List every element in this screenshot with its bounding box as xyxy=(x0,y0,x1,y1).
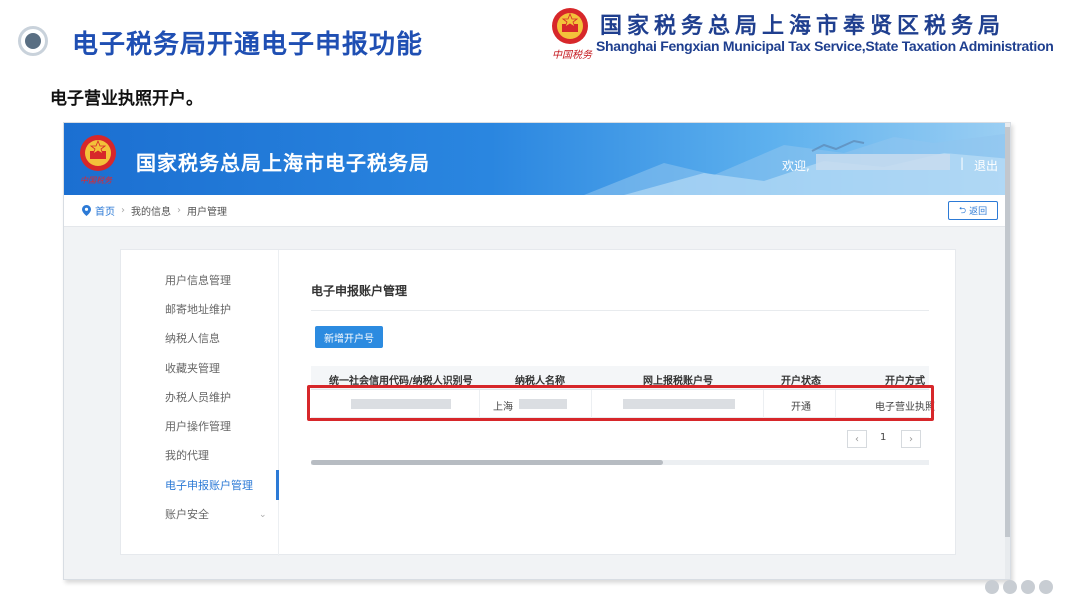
username-redacted xyxy=(816,154,950,170)
national-emblem-icon xyxy=(552,8,588,44)
logout-link[interactable]: 退出 xyxy=(974,157,998,174)
decoration-dot xyxy=(1021,580,1035,594)
chevron-down-icon[interactable]: ⌄ xyxy=(259,510,267,520)
pager-prev-button[interactable]: ‹ xyxy=(847,430,867,448)
location-pin-icon xyxy=(82,205,91,216)
sidebar-item-e-filing-accounts[interactable]: 电子申报账户管理 xyxy=(165,477,275,493)
breadcrumb-home[interactable]: 首页 xyxy=(82,203,115,218)
pager-next-button[interactable]: › xyxy=(901,430,921,448)
vertical-scrollbar-thumb[interactable] xyxy=(1005,127,1010,537)
horizontal-scrollbar-thumb[interactable] xyxy=(311,460,663,465)
panel-divider xyxy=(311,310,929,311)
decoration-dot xyxy=(1003,580,1017,594)
add-account-button[interactable]: 新增开户号 xyxy=(315,326,383,348)
back-button[interactable]: ⮌ 返回 xyxy=(948,201,998,220)
back-button-label: 返回 xyxy=(969,207,988,217)
app-banner: 中国税务 国家税务总局上海市电子税务局 欢迎, | 退出 xyxy=(64,123,1010,195)
sidebar-item-user-operations[interactable]: 用户操作管理 xyxy=(165,418,275,434)
breadcrumb-chevron-icon: › xyxy=(121,205,125,216)
banner-emblem-icon xyxy=(80,135,116,171)
slide-title: 电子税务局开通电子申报功能 xyxy=(72,30,424,60)
org-name-cn: 国家税务总局上海市奉贤区税务局 xyxy=(600,13,1006,39)
breadcrumb-my-info[interactable]: 我的信息 xyxy=(131,203,171,218)
org-seal-text: 中国税务 xyxy=(552,50,592,61)
decoration-dot xyxy=(985,580,999,594)
sidebar: 用户信息管理 邮寄地址维护 纳税人信息 收藏夹管理 办税人员维护 用户操作管理 … xyxy=(121,250,279,556)
breadcrumb-chevron-icon: › xyxy=(177,205,181,216)
banner-separator: | xyxy=(960,156,965,170)
sidebar-item-taxpayer-info[interactable]: 纳税人信息 xyxy=(165,330,275,346)
sidebar-item-user-info[interactable]: 用户信息管理 xyxy=(165,272,275,288)
return-arrow-icon: ⮌ xyxy=(958,205,967,216)
decoration-dot xyxy=(1039,580,1053,594)
sidebar-item-favorites[interactable]: 收藏夹管理 xyxy=(165,360,275,376)
breadcrumb: 首页 › 我的信息 › 用户管理 xyxy=(64,195,1010,227)
org-name-en: Shanghai Fengxian Municipal Tax Service,… xyxy=(596,38,1054,54)
breadcrumb-home-label: 首页 xyxy=(95,207,115,218)
app-screenshot: 中国税务 国家税务总局上海市电子税务局 欢迎, | 退出 首页 › 我的信息 ›… xyxy=(63,122,1011,580)
panel-title: 电子申报账户管理 xyxy=(311,284,408,298)
breadcrumb-user-management: 用户管理 xyxy=(187,207,227,218)
sidebar-item-tax-staff[interactable]: 办税人员维护 xyxy=(165,389,275,405)
banner-title: 国家税务总局上海市电子税务局 xyxy=(136,151,430,175)
banner-seal-text: 中国税务 xyxy=(80,176,112,185)
pager-current-page[interactable]: 1 xyxy=(880,432,886,443)
sidebar-item-mailing-address[interactable]: 邮寄地址维护 xyxy=(165,301,275,317)
slide-bullet-icon xyxy=(18,26,48,56)
welcome-label: 欢迎, xyxy=(782,159,810,173)
slide-decoration-dots xyxy=(985,580,1053,594)
sidebar-item-my-agents[interactable]: 我的代理 xyxy=(165,447,275,463)
highlight-annotation xyxy=(307,385,934,421)
slide-subtitle: 电子营业执照开户。 xyxy=(50,89,203,109)
sidebar-active-indicator xyxy=(276,470,279,500)
